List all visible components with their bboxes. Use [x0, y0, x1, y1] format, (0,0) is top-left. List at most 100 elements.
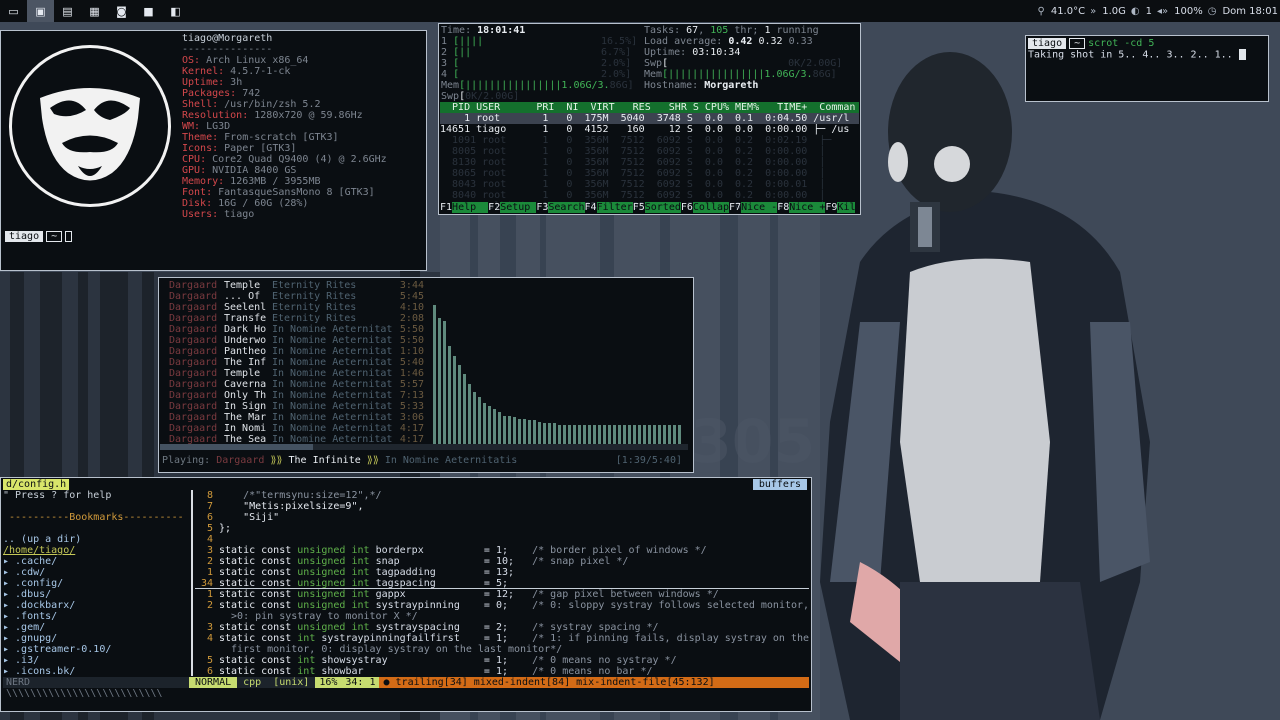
- nerdtree-pane[interactable]: d/config.h " Press ? for help ----------…: [1, 478, 191, 690]
- nerdtree-entry[interactable]: ▸ .gnupg/: [3, 633, 189, 644]
- process-row[interactable]: 8130 root 1 0 356M 7512 6092 S 0.0 0.2 0…: [440, 157, 859, 168]
- process-row[interactable]: 14651 tiago 1 0 4152 160 12 S 0.0 0.0 0:…: [440, 124, 859, 135]
- code-line[interactable]: 6 "Siji": [195, 512, 809, 523]
- music-player-terminal[interactable]: Dargaard Temple Eternity Rites 3:44 Dargaard…: [158, 277, 694, 473]
- code-line[interactable]: 6 static const int showbar = 1; /* 0 mean…: [195, 666, 809, 677]
- code-line[interactable]: 3 static const unsigned int borderpx = 1;…: [195, 545, 809, 556]
- code-line[interactable]: 34 static const unsigned int tagspacing =…: [195, 578, 809, 589]
- nerdtree-entry[interactable]: ▸ .dockbarx/: [3, 600, 189, 611]
- playlist-item[interactable]: Dargaard Only Th In Nomine Aeternitat 7:13: [169, 390, 429, 401]
- spectrum-bar: [543, 423, 546, 444]
- playlist-item[interactable]: Dargaard The Mar In Nomine Aeternitat 3:06: [169, 412, 429, 423]
- nerdtree-entry[interactable]: .. (up a dir): [3, 534, 189, 545]
- nerdtree-entry[interactable]: ▸ .config/: [3, 578, 189, 589]
- fkey-action[interactable]: Kil: [837, 202, 856, 213]
- playlist-item[interactable]: Dargaard Pantheo In Nomine Aeternitat 1:10: [169, 346, 429, 357]
- file-tab[interactable]: d/config.h: [3, 479, 70, 490]
- nerdtree-entry[interactable]: /home/tiago/: [3, 545, 189, 556]
- info-value: Core2 Quad Q9400 (4) @ 2.6GHz: [212, 154, 387, 165]
- code-line[interactable]: 2 static const unsigned int snap = 10; /*…: [195, 556, 809, 567]
- code-line[interactable]: 8 /*"termsynu:size=12",*/: [195, 490, 809, 501]
- vim-terminal[interactable]: d/config.h " Press ? for help ----------…: [0, 477, 812, 712]
- fkey-number[interactable]: F8: [777, 202, 789, 213]
- code-line[interactable]: 2 static const unsigned int systraypinnin…: [195, 600, 809, 611]
- fkey-action[interactable]: Nice -: [741, 202, 778, 213]
- nerdtree-entry[interactable]: ▸ .icons.bk/: [3, 666, 189, 677]
- volume-icon[interactable]: ◂»: [1157, 6, 1168, 17]
- monitor-icon: ▭: [8, 4, 19, 18]
- fkey-number[interactable]: F4: [585, 202, 597, 213]
- process-row[interactable]: 1091 root 1 0 356M 7512 6092 S 0.0 0.2 0…: [440, 135, 859, 146]
- nerdtree-entry[interactable]: [3, 501, 189, 512]
- fkey-number[interactable]: F9: [825, 202, 837, 213]
- fkey-action[interactable]: Nice +: [789, 202, 826, 213]
- tag-film[interactable]: ▦: [81, 0, 108, 22]
- fkey-number[interactable]: F5: [633, 202, 645, 213]
- floppy-icon: ◙: [116, 4, 127, 18]
- tag-columns[interactable]: ◧: [162, 0, 189, 22]
- buffers-tab[interactable]: buffers: [752, 479, 807, 490]
- playlist-item[interactable]: Dargaard Seelenl Eternity Rites 4:10: [169, 302, 429, 313]
- process-row[interactable]: 1 root 1 0 175M 5040 3748 S 0.0 0.1 0:04…: [440, 113, 859, 124]
- playlist-item[interactable]: Dargaard Dark Ho In Nomine Aeternitat 5:50: [169, 324, 429, 335]
- code-line[interactable]: >0: pin systray to monitor X */: [195, 611, 809, 622]
- fkey-action[interactable]: Sorted: [644, 202, 681, 213]
- nerdtree-entry[interactable]: ▸ .i3/: [3, 655, 189, 666]
- playlist-item[interactable]: Dargaard Caverna In Nomine Aeternitat 5:57: [169, 379, 429, 390]
- nerdtree-entry[interactable]: ▸ .dbus/: [3, 589, 189, 600]
- code-line[interactable]: 5};: [195, 523, 809, 534]
- htop-terminal[interactable]: Time: 18:01:41 1 [|||| 16.5%] 2 [|| 6.7%] 3 …: [438, 23, 861, 215]
- load-5: 0.32: [758, 36, 783, 47]
- code-line[interactable]: 7 "Metis:pixelsize=9",: [195, 501, 809, 512]
- fkey-action[interactable]: Setup: [500, 202, 537, 213]
- process-row[interactable]: 8005 root 1 0 356M 7512 6092 S 0.0 0.2 0…: [440, 146, 859, 157]
- playlist-item[interactable]: Dargaard The Inf In Nomine Aeternitat 5:40: [169, 357, 429, 368]
- tag-monitor[interactable]: ▭: [0, 0, 27, 22]
- nerdtree-entry[interactable]: " Press ? for help: [3, 490, 189, 501]
- playlist-item[interactable]: Dargaard In Nomi In Nomine Aeternitat 4:17: [169, 423, 429, 434]
- nerdtree-entry[interactable]: ▸ .gstreamer-0.10/: [3, 644, 189, 655]
- fkey-number[interactable]: F6: [681, 202, 693, 213]
- nerdtree-entry[interactable]: ▸ .fonts/: [3, 611, 189, 622]
- nerdtree-entry[interactable]: ▸ .gem/: [3, 622, 189, 633]
- fkey-number[interactable]: F7: [729, 202, 741, 213]
- code-line[interactable]: 3 static const unsigned int systrayspacin…: [195, 622, 809, 633]
- playlist-item[interactable]: Dargaard Temple Eternity Rites 3:44: [169, 280, 429, 291]
- playlist[interactable]: Dargaard Temple Eternity Rites 3:44 Dargaard…: [169, 280, 429, 445]
- process-row[interactable]: 8043 root 1 0 356M 7512 6092 S 0.0 0.2 0…: [440, 179, 859, 190]
- playlist-item[interactable]: Dargaard Temple In Nomine Aeternitat 1:46: [169, 368, 429, 379]
- fkey-action[interactable]: Search: [548, 202, 585, 213]
- load-label: Load average:: [644, 36, 723, 47]
- code-line[interactable]: 1 static const unsigned int tagpadding = …: [195, 567, 809, 578]
- tag-browser[interactable]: ▣: [27, 0, 54, 22]
- process-row[interactable]: 8065 root 1 0 356M 7512 6092 S 0.0 0.2 0…: [440, 168, 859, 179]
- fkey-number[interactable]: F3: [536, 202, 548, 213]
- code-line[interactable]: 4 static const int systraypinningfailfirs…: [195, 633, 809, 644]
- nerdtree-entry[interactable]: ----------Bookmarks----------: [3, 512, 189, 523]
- progress-bar[interactable]: [160, 444, 688, 450]
- process-row[interactable]: 8040 root 1 0 356M 7512 6092 S 0.0 0.2 0…: [440, 190, 859, 201]
- tag-window[interactable]: ▤: [54, 0, 81, 22]
- fkey-number[interactable]: F2: [488, 202, 500, 213]
- fkey-action[interactable]: Collap: [692, 202, 730, 213]
- code-line[interactable]: 1 static const unsigned int gappx = 12; /…: [195, 589, 809, 600]
- nerdtree-entry[interactable]: ▸ .cdw/: [3, 567, 189, 578]
- fkey-action[interactable]: Filter: [596, 202, 633, 213]
- playlist-item[interactable]: Dargaard ... Of Eternity Rites 5:45: [169, 291, 429, 302]
- code-line[interactable]: 4: [195, 534, 809, 545]
- nerdtree-entry[interactable]: [3, 523, 189, 534]
- code-line[interactable]: first monitor, 0: display systray on the…: [195, 644, 809, 655]
- playlist-item[interactable]: Dargaard Transfe Eternity Rites 2:08: [169, 313, 429, 324]
- playlist-item[interactable]: Dargaard Underwo In Nomine Aeternitat 5:50: [169, 335, 429, 346]
- shell-prompt[interactable]: tiago ~: [5, 231, 73, 242]
- tag-floppy[interactable]: ◙: [108, 0, 135, 22]
- playlist-item[interactable]: Dargaard In Sign In Nomine Aeternitat 5:33: [169, 401, 429, 412]
- editor-pane[interactable]: buffers 8 /*"termsynu:size=12",*/7 "Meti…: [195, 478, 809, 690]
- tag-folder[interactable]: ■: [135, 0, 162, 22]
- code-line[interactable]: 5 static const int showsystray = 1; /* 0 …: [195, 655, 809, 666]
- neofetch-terminal[interactable]: tiago@Morgareth --------------- OS: Arch…: [0, 30, 427, 271]
- nerdtree-entry[interactable]: ▸ .cache/: [3, 556, 189, 567]
- fkey-number[interactable]: F1: [440, 202, 452, 213]
- scrot-terminal[interactable]: tiago ~ scrot -cd 5 Taking shot in 5.. 4…: [1025, 35, 1269, 102]
- fkey-action[interactable]: Help: [452, 202, 489, 213]
